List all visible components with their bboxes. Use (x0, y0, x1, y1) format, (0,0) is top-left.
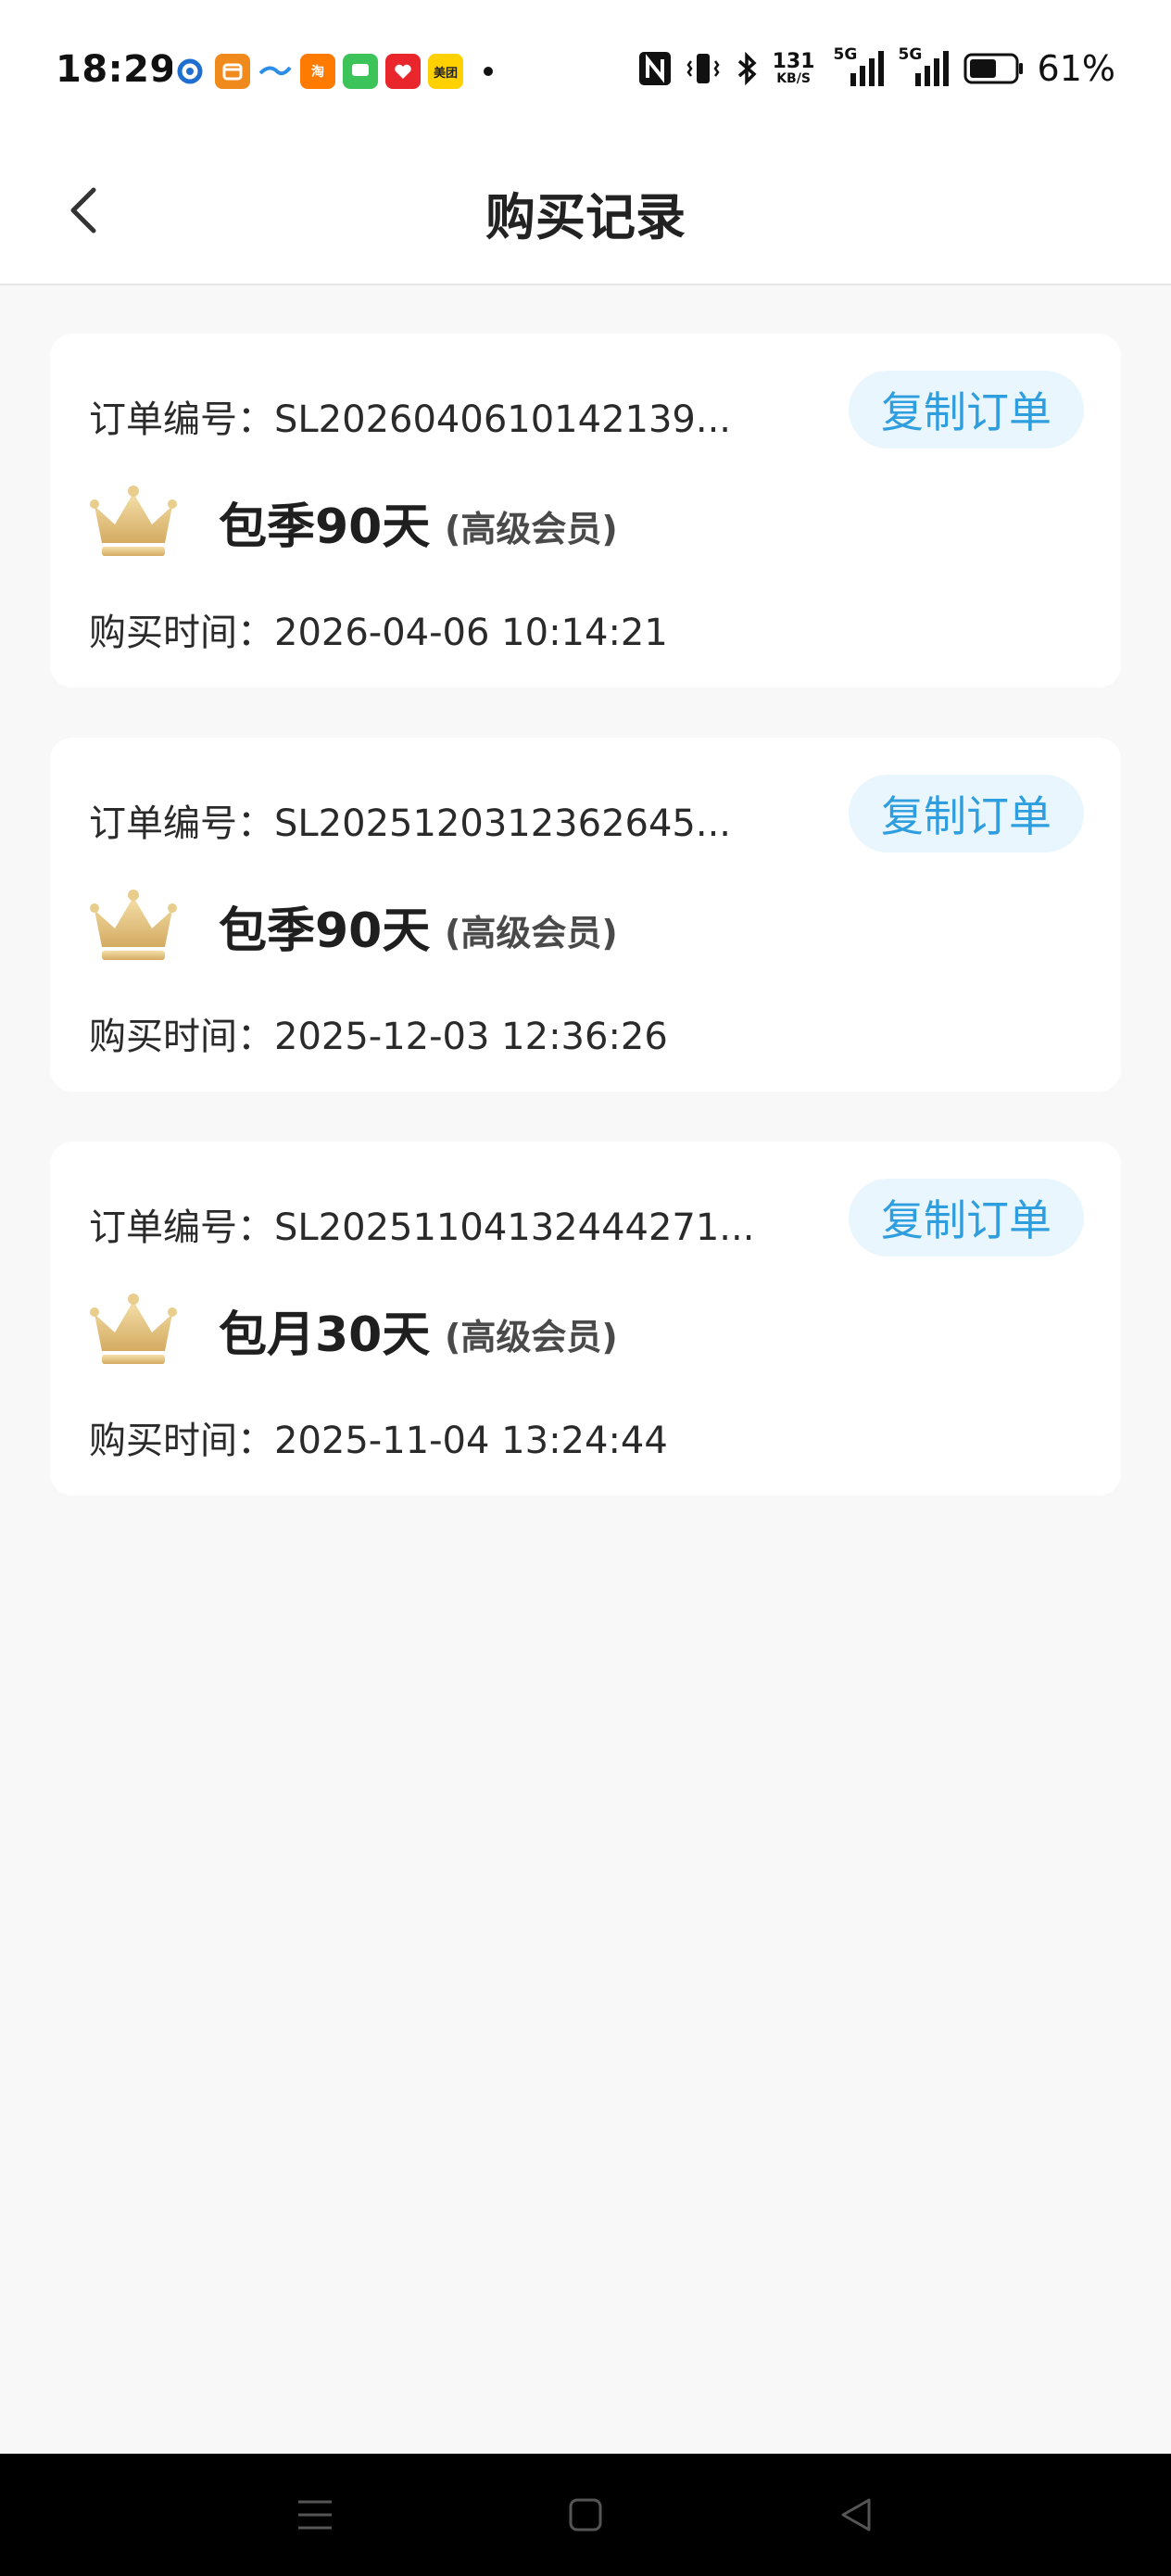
plan-name: 包月30天 (219, 1307, 431, 1363)
vibrate-icon (686, 54, 720, 83)
system-back-button[interactable] (826, 2485, 886, 2544)
page-title: 购买记录 (485, 188, 686, 246)
copy-order-button[interactable]: 复制订单 (849, 371, 1084, 448)
app-1-icon (172, 54, 208, 89)
crown-icon (90, 1294, 177, 1364)
message-icon (343, 54, 378, 89)
recent-apps-button[interactable] (285, 2485, 345, 2544)
signal-2-icon (914, 51, 949, 86)
plan-name: 包季90天 (219, 499, 431, 555)
order-card: 订单编号：SL2025120312362645... 复制订单 包季90天 (高… (50, 738, 1121, 1092)
order-card: 订单编号：SL20251104132444271... 复制订单 包月30天 (… (50, 1142, 1121, 1496)
home-square-icon (569, 2498, 602, 2532)
menu-icon (298, 2500, 332, 2530)
purchase-time: 购买时间：2025-11-04 13:24:44 (89, 1420, 668, 1462)
status-bar: 18:29 淘 美团 131 KB/S 5G 5G 61% (0, 0, 1171, 141)
battery-percent: 61% (1037, 48, 1115, 89)
bluetooth-icon (737, 51, 757, 86)
signal-2: 5G (899, 45, 951, 88)
system-status: 131 KB/S 5G 5G 61% (637, 45, 1115, 89)
order-card: 订单编号：SL2026040610142139... 复制订单 包季90天 (高… (50, 334, 1121, 688)
nfc-icon (638, 52, 671, 85)
purchase-time: 购买时间：2025-12-03 12:36:26 (89, 1016, 668, 1058)
app-6-icon (385, 54, 421, 89)
network-speed: 131 KB/S (772, 50, 815, 86)
network-speed-value: 131 (772, 50, 815, 73)
meituan-icon: 美团 (428, 54, 463, 89)
order-number: 订单编号：SL20251104132444271... (89, 1206, 755, 1249)
crown-icon (90, 486, 177, 556)
copy-order-button[interactable]: 复制订单 (849, 1179, 1084, 1256)
plan-level: (高级会员) (445, 1317, 618, 1357)
plan-level: (高级会员) (445, 913, 618, 953)
app-3-icon (258, 54, 293, 89)
notification-icons: 淘 美团 (172, 54, 493, 89)
crown-icon (90, 890, 177, 960)
plan-level: (高级会员) (445, 509, 618, 549)
system-navigation-bar (0, 2454, 1171, 2576)
network-speed-unit: KB/S (776, 71, 811, 86)
more-notifications-dot (484, 67, 493, 76)
order-number: 订单编号：SL2026040610142139... (89, 398, 732, 441)
taobao-icon: 淘 (300, 54, 335, 89)
signal-1-icon (850, 51, 884, 86)
purchase-time: 购买时间：2026-04-06 10:14:21 (89, 612, 668, 654)
home-button[interactable] (556, 2485, 615, 2544)
battery-icon (963, 53, 1023, 84)
app-2-icon (215, 54, 250, 89)
triangle-back-icon (841, 2498, 871, 2532)
status-time: 18:29 (56, 48, 176, 91)
order-number: 订单编号：SL2025120312362645... (89, 802, 732, 845)
nav-bar: 购买记录 (0, 141, 1171, 285)
order-list: 订单编号：SL2026040610142139... 复制订单 包季90天 (高… (50, 334, 1121, 1546)
plan-name: 包季90天 (219, 903, 431, 959)
signal-1: 5G (828, 45, 886, 88)
copy-order-button[interactable]: 复制订单 (849, 775, 1084, 852)
